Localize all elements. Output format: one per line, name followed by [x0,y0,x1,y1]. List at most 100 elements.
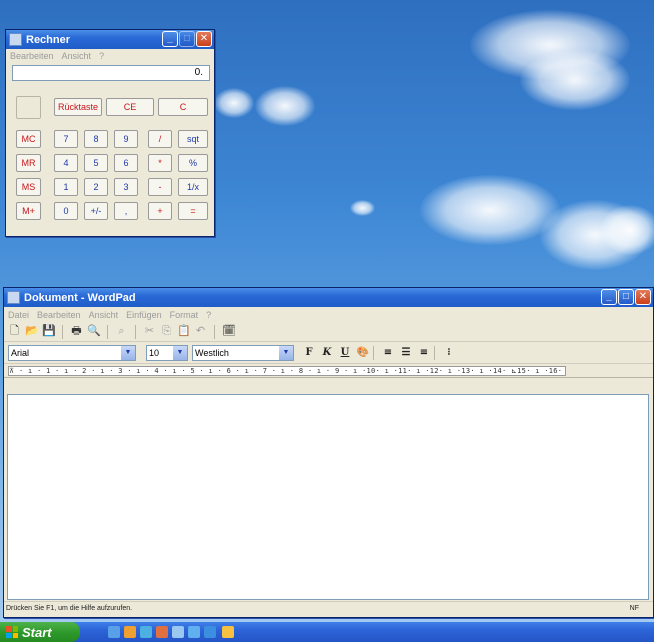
divide-button[interactable]: / [148,130,172,148]
subtract-button[interactable]: - [148,178,172,196]
chevron-down-icon[interactable]: ▼ [279,345,293,360]
align-center-icon[interactable]: ☰ [399,346,413,360]
bullets-icon[interactable]: ⁝ [442,346,456,360]
quicklaunch-icon[interactable] [204,626,216,638]
close-button[interactable]: ✕ [635,289,651,305]
calculator-menubar: Bearbeiten Ansicht ? [6,49,214,63]
ce-button[interactable]: CE [106,98,154,116]
digit-0-button[interactable]: 0 [54,202,78,220]
standard-toolbar: 🗋 📂 💾 🖶 🔍 ⌕ ✂ ⎘ 📋 ↶ 🗓 [4,322,653,342]
equals-button[interactable]: = [178,202,208,220]
new-document-icon[interactable]: 🗋 [8,325,21,338]
ms-button[interactable]: MS [16,178,41,196]
percent-button[interactable]: % [178,154,208,172]
underline-button[interactable]: U [338,346,352,360]
status-text: Drücken Sie F1, um die Hilfe aufzurufen. [6,605,133,612]
backspace-button[interactable]: Rücktaste [54,98,102,116]
chevron-down-icon[interactable]: ▼ [121,345,135,360]
calculator-titlebar[interactable]: Rechner _ □ ✕ [6,30,214,49]
start-button[interactable]: Start [0,622,80,642]
maximize-button[interactable]: □ [618,289,634,305]
decimal-button[interactable]: , [114,202,138,220]
sqrt-button[interactable]: sqt [178,130,208,148]
print-preview-icon[interactable]: 🔍 [87,325,101,338]
quicklaunch-icon[interactable] [188,626,200,638]
status-mode: NF [629,605,639,612]
ruler-scale[interactable]: ⊼ · ı · 1 · ı · 2 · ı · 3 · ı · 4 · ı · … [8,365,566,376]
minimize-button[interactable]: _ [162,31,178,47]
toolbar-separator [434,345,435,360]
font-name-select[interactable]: Arial ▼ [8,344,136,361]
toolbar-separator [373,345,374,360]
digit-9-button[interactable]: 9 [114,130,138,148]
quicklaunch-icon[interactable] [222,626,234,638]
media-player-icon[interactable] [124,626,136,638]
digit-1-button[interactable]: 1 [54,178,78,196]
sign-button[interactable]: +/- [84,202,108,220]
calculator-window: Rechner _ □ ✕ Bearbeiten Ansicht ? 0. Rü… [5,29,215,237]
copy-icon[interactable]: ⎘ [160,325,173,338]
wordpad-titlebar[interactable]: Dokument - WordPad _ □ ✕ [4,288,653,307]
cut-icon[interactable]: ✂ [143,325,156,338]
reciprocal-button[interactable]: 1/x [178,178,208,196]
save-icon[interactable]: 💾 [42,325,56,338]
digit-6-button[interactable]: 6 [114,154,138,172]
open-folder-icon[interactable]: 📂 [25,325,39,338]
wordpad-app-icon [7,291,20,304]
toolbar-separator [62,324,63,339]
menu-help[interactable]: ? [206,310,211,320]
digit-5-button[interactable]: 5 [84,154,108,172]
color-icon[interactable]: 🎨 [356,346,370,360]
align-left-icon[interactable]: ≡ [381,346,395,360]
insert-datetime-icon[interactable]: 🗓 [222,325,236,338]
document-edit-area[interactable] [7,394,649,600]
digit-2-button[interactable]: 2 [84,178,108,196]
script-value: Westlich [195,347,229,358]
font-size-select[interactable]: 10 ▼ [146,344,188,361]
mr-button[interactable]: MR [16,154,41,172]
maximize-button[interactable]: □ [179,31,195,47]
wordpad-window: Dokument - WordPad _ □ ✕ Datei Bearbeite… [3,287,654,618]
bold-button[interactable]: F [302,346,316,360]
digit-8-button[interactable]: 8 [84,130,108,148]
digit-3-button[interactable]: 3 [114,178,138,196]
add-button[interactable]: + [148,202,172,220]
digit-4-button[interactable]: 4 [54,154,78,172]
toolbar-separator [135,324,136,339]
italic-button[interactable]: K [320,346,334,360]
paste-icon[interactable]: 📋 [177,325,191,338]
chevron-down-icon[interactable]: ▼ [173,345,187,360]
print-icon[interactable]: 🖶 [70,325,83,338]
quicklaunch-icon[interactable] [172,626,184,638]
cloud [350,200,375,216]
digit-7-button[interactable]: 7 [54,130,78,148]
multiply-button[interactable]: * [148,154,172,172]
menu-bearbeiten[interactable]: Bearbeiten [10,51,54,61]
menu-help[interactable]: ? [99,51,104,61]
internet-explorer-icon[interactable] [108,626,120,638]
clear-button[interactable]: C [158,98,208,116]
minimize-button[interactable]: _ [601,289,617,305]
menu-format[interactable]: Format [170,310,199,320]
menu-bearbeiten[interactable]: Bearbeiten [37,310,81,320]
font-size-value: 10 [149,347,160,358]
align-right-icon[interactable]: ≡ [417,346,431,360]
close-button[interactable]: ✕ [196,31,212,47]
menu-einfuegen[interactable]: Einfügen [126,310,162,320]
mplus-button[interactable]: M+ [16,202,41,220]
menu-ansicht[interactable]: Ansicht [89,310,119,320]
cloud [600,205,654,255]
quicklaunch-icon[interactable] [156,626,168,638]
menu-datei[interactable]: Datei [8,310,29,320]
script-select[interactable]: Westlich ▼ [192,344,294,361]
taskbar: Start [0,622,654,642]
font-name-value: Arial [11,347,30,358]
cloud [255,86,315,126]
find-icon[interactable]: ⌕ [115,325,128,338]
messenger-icon[interactable] [140,626,152,638]
menu-ansicht[interactable]: Ansicht [62,51,92,61]
memory-indicator [16,96,41,119]
undo-icon[interactable]: ↶ [194,325,207,338]
windows-logo-icon [6,626,18,638]
mc-button[interactable]: MC [16,130,41,148]
